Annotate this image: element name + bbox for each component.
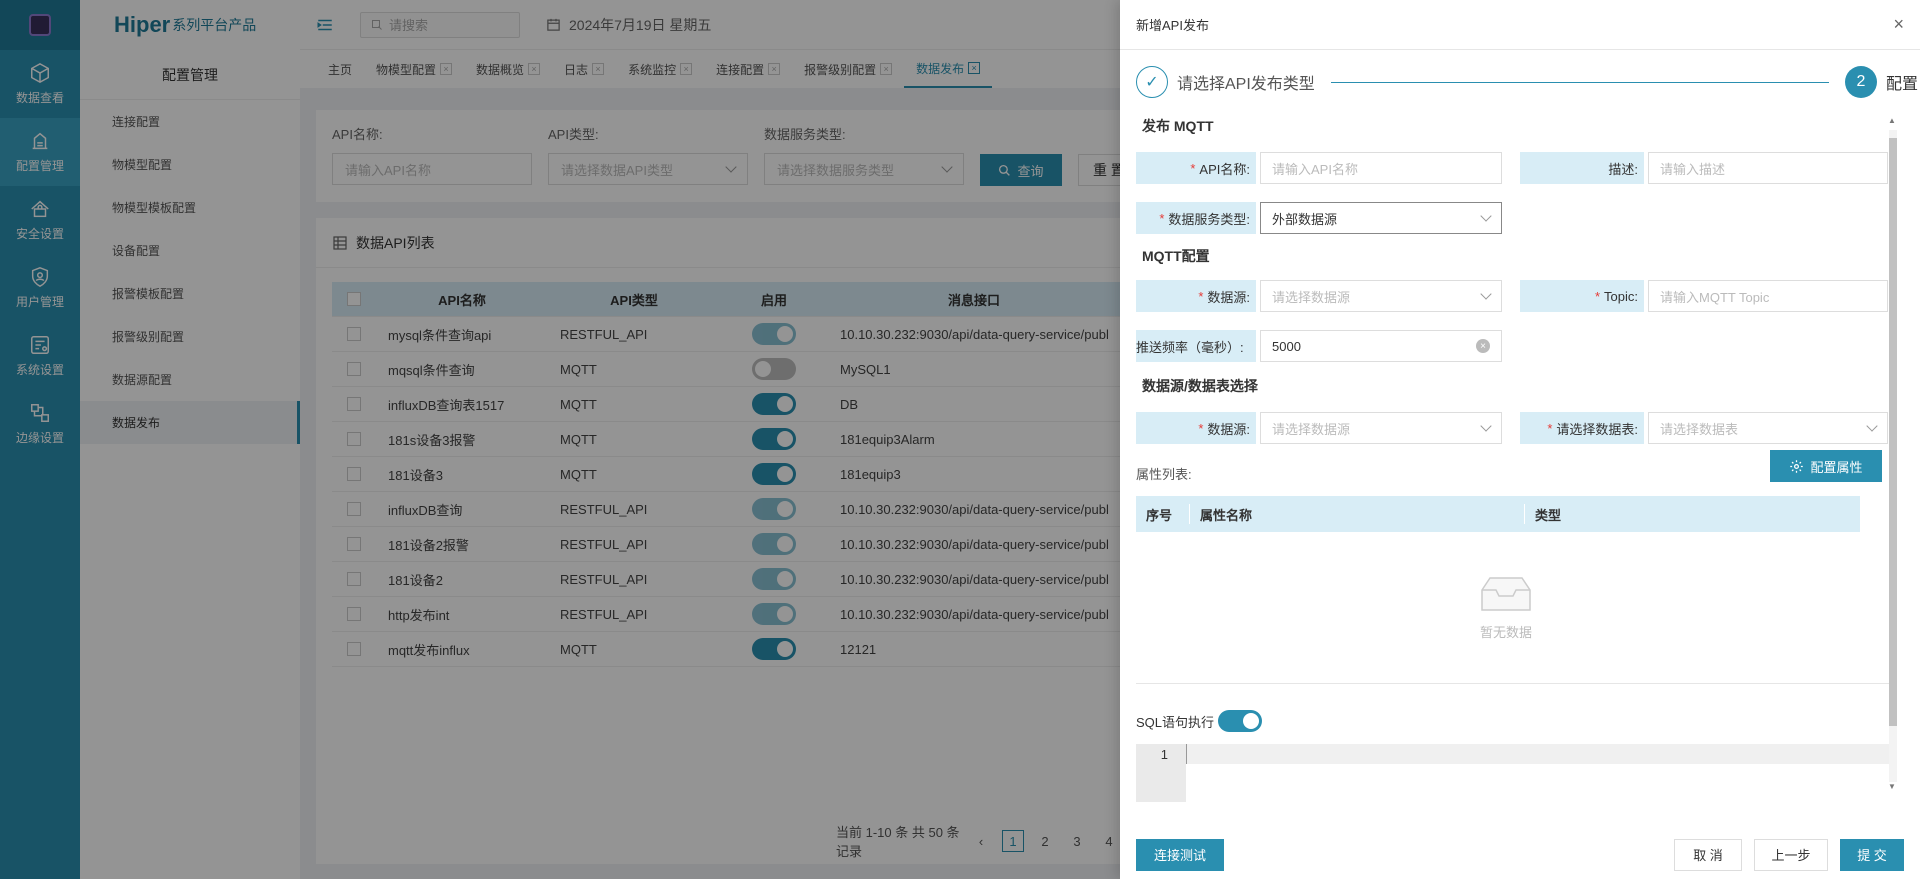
column-header: 类型 [1535, 507, 1562, 523]
select-value: 外部数据源 [1272, 211, 1338, 227]
configure-attributes-button[interactable]: 配置属性 [1770, 450, 1882, 482]
button-label: 配置属性 [1810, 459, 1863, 475]
desc-label: 描述: [1520, 152, 1644, 184]
form-row-service-type: * 数据服务类型: 外部数据源 [1136, 202, 1502, 234]
step-2-label: 配置 [1885, 76, 1918, 93]
service-type-select[interactable]: 外部数据源 [1260, 202, 1502, 234]
label-text: Topic: [1604, 288, 1638, 304]
service-type-label: * 数据服务类型: [1136, 202, 1256, 234]
attribute-list-label: 属性列表: [1136, 467, 1192, 482]
label-text: 请选择数据表: [1556, 421, 1638, 437]
button-label: 提 交 [1857, 848, 1887, 863]
empty-box-icon [1481, 576, 1531, 611]
editor-active-line[interactable] [1186, 744, 1896, 764]
required-mark: * [1547, 420, 1553, 436]
button-label: 连接测试 [1153, 848, 1206, 863]
section-title-datasource-table: 数据源/数据表选择 [1142, 378, 1258, 394]
label-text: 数据服务类型: [1168, 211, 1250, 227]
placeholder: 请输入MQTT Topic [1660, 289, 1770, 305]
line-number: 1 [1136, 744, 1186, 802]
form-row-datasource-table: * 数据源: 请选择数据源 * 请选择数据表: 请选择数据表 [1136, 412, 1888, 444]
sql-execute-toggle[interactable] [1218, 710, 1263, 732]
drawer-footer: 连接测试 取 消 上一步 提 交 [1120, 830, 1920, 879]
api-name-input[interactable]: 请输入API名称 [1260, 152, 1502, 184]
chevron-down-icon [1866, 420, 1878, 432]
datasource-2-select[interactable]: 请选择数据源 [1260, 412, 1502, 444]
input-value: 5000 [1272, 338, 1301, 354]
placeholder: 请选择数据源 [1272, 289, 1351, 305]
placeholder: 请选择数据表 [1660, 421, 1739, 437]
drawer-title: 新增API发布 [1136, 18, 1209, 33]
data-table-select[interactable]: 请选择数据表 [1648, 412, 1888, 444]
required-mark: * [1159, 210, 1165, 226]
close-icon[interactable]: × [1893, 14, 1904, 35]
label-text: API名称: [1199, 161, 1250, 177]
frequency-label: 推送频率（毫秒）: [1136, 330, 1256, 362]
step-1-label: 请选择API发布类型 [1177, 76, 1315, 93]
previous-step-button[interactable]: 上一步 [1754, 838, 1828, 871]
datasource-select[interactable]: 请选择数据源 [1260, 280, 1502, 312]
required-mark: * [1594, 288, 1601, 304]
clear-icon[interactable]: × [1476, 339, 1490, 353]
cancel-button[interactable]: 取 消 [1674, 838, 1742, 871]
section-title-publish: 发布 MQTT [1142, 118, 1214, 134]
topic-label: * Topic: [1520, 280, 1644, 312]
datasource-2-label: * 数据源: [1136, 412, 1256, 444]
label-text: 推送频率（毫秒）: [1136, 339, 1244, 355]
data-table-label: * 请选择数据表: [1520, 412, 1644, 444]
form-row-frequency: 推送频率（毫秒）: 5000 × [1136, 330, 1502, 362]
step-connector [1330, 81, 1829, 83]
empty-text: 暂无数据 [1479, 624, 1532, 640]
required-mark: * [1198, 288, 1204, 304]
form-row-datasource: * 数据源: 请选择数据源 * Topic: 请输入MQTT Topic [1136, 280, 1888, 312]
api-name-label: * API名称: [1136, 152, 1256, 184]
placeholder: 请输入API名称 [1272, 161, 1358, 177]
sql-execute-row: SQL语句执行 [1136, 710, 1263, 732]
label-text: 数据源: [1207, 289, 1250, 305]
required-mark: * [1190, 160, 1196, 176]
step-indicator: ✓ 请选择API发布类型 2 配置 [1136, 62, 1920, 102]
submit-button[interactable]: 提 交 [1840, 838, 1904, 871]
drawer-scrollbar[interactable]: ▲ ▼ [1886, 116, 1900, 796]
scrollbar-thumb[interactable] [1889, 138, 1897, 726]
gear-icon [1790, 459, 1804, 473]
attribute-table-header: 序号 属性名称 类型 [1136, 496, 1860, 532]
button-label: 上一步 [1771, 848, 1811, 863]
datasource-label: * 数据源: [1136, 280, 1256, 312]
column-header: 序号 [1136, 504, 1190, 524]
drawer-header: 新增API发布 × [1120, 0, 1920, 50]
new-api-drawer: 新增API发布 × ✓ 请选择API发布类型 2 配置 发布 MQTT * API… [1120, 0, 1920, 879]
step-2-number: 2 [1844, 66, 1877, 98]
button-label: 取 消 [1693, 848, 1723, 863]
chevron-down-icon [1480, 210, 1492, 222]
sql-editor[interactable]: 1 [1136, 744, 1896, 802]
label-text: 数据源: [1207, 421, 1250, 437]
chevron-down-icon [1480, 288, 1492, 300]
empty-state: 暂无数据 [1136, 532, 1876, 682]
placeholder: 请输入描述 [1660, 161, 1726, 177]
section-title-mqtt: MQTT配置 [1142, 248, 1210, 264]
label-text: 描述: [1608, 161, 1638, 177]
scroll-up-icon[interactable]: ▲ [1888, 116, 1896, 125]
column-header: 属性名称 [1190, 504, 1525, 524]
sql-execute-label: SQL语句执行 [1136, 714, 1215, 730]
description-input[interactable]: 请输入描述 [1648, 152, 1888, 184]
placeholder: 请选择数据源 [1272, 421, 1351, 437]
required-mark: * [1198, 420, 1204, 436]
topic-input[interactable]: 请输入MQTT Topic [1648, 280, 1888, 312]
chevron-down-icon [1480, 420, 1492, 432]
attribute-table: 序号 属性名称 类型 暂无数据 [1136, 496, 1896, 684]
frequency-input[interactable]: 5000 × [1260, 330, 1502, 362]
connection-test-button[interactable]: 连接测试 [1136, 838, 1224, 871]
modal-backdrop[interactable] [0, 0, 1120, 879]
check-icon: ✓ [1136, 66, 1168, 98]
scroll-down-icon[interactable]: ▼ [1888, 782, 1896, 791]
drawer-body: 发布 MQTT * API名称: 请输入API名称 描述: 请输入描述 * 数据服务… [1136, 112, 1896, 802]
form-row-api-name: * API名称: 请输入API名称 描述: 请输入描述 [1136, 152, 1888, 184]
